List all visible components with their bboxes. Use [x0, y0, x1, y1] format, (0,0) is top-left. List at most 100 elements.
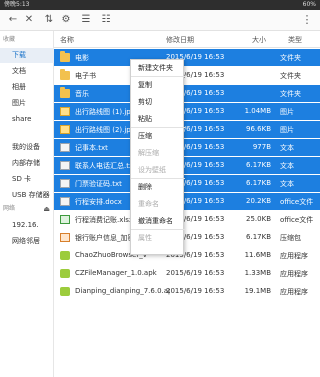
file-size: 96.6KB [246, 125, 271, 133]
file-type: office文件 [280, 198, 314, 206]
file-name: Dianping_dianping_7.6.0.apk [75, 287, 170, 295]
file-size: 6.17KB [246, 233, 271, 241]
menu-item-3[interactable]: 粘贴 [131, 111, 185, 127]
column-name[interactable]: 名称 [60, 35, 74, 45]
status-bar: 傍晚5:13 60% [0, 0, 320, 10]
file-size: 977B [252, 143, 271, 151]
sidebar-item-label: 192.16. [12, 221, 39, 229]
file-type: 压缩包 [280, 234, 301, 242]
text-file-icon [60, 197, 70, 206]
sidebar-item-label: 文档 [12, 67, 26, 75]
sidebar-item-network-1[interactable]: 网络邻居 [0, 234, 54, 249]
battery-level: 60% [302, 1, 316, 8]
image-file-icon [60, 107, 70, 116]
file-size: 25.0KB [246, 215, 271, 223]
back-arrow-icon[interactable]: ← [6, 13, 20, 27]
file-size: 1.33MB [244, 269, 271, 277]
file-row[interactable]: 银行账户信息_加密 2015/6/19 16:53 6.17KB 压缩包 [54, 229, 320, 246]
menu-item-9[interactable]: 撤消重命名 [131, 213, 185, 229]
file-type: 应用程序 [280, 270, 308, 278]
menu-item-8: 重命名 [138, 200, 159, 208]
spreadsheet-file-icon [60, 215, 70, 224]
toolbar: ← ✕ ⇅ ⚙ ☰ ☷ ⋮ [0, 10, 320, 31]
menu-item-6: 设为壁纸 [138, 166, 166, 174]
menu-item-2[interactable]: 剪切 [131, 94, 185, 110]
menu-item-1[interactable]: 复制 [131, 77, 185, 93]
sidebar-network-header: 网络 [3, 205, 16, 212]
file-type: office文件 [280, 216, 314, 224]
archive-file-icon [60, 233, 70, 242]
file-row[interactable]: ChaoZhuoBrowser_v 2015/6/19 16:53 11.6MB 应用… [54, 247, 320, 264]
select-mode-icon[interactable]: ☰ [79, 13, 93, 27]
more-vert-icon[interactable]: ⋮ [300, 13, 314, 27]
eject-icon[interactable]: ⏏ [43, 205, 50, 213]
sidebar-item-label: 相册 [12, 83, 26, 91]
file-size: 11.6MB [244, 251, 271, 259]
file-row[interactable]: 出行路线图 (2).jpg 2015/6/19 16:53 96.6KB 图片 [54, 121, 320, 138]
file-size: 20.2KB [246, 197, 271, 205]
file-list-panel: 名称 修改日期 大小 类型 电影 2015/6/19 16:53 文件夹 电子书 201… [54, 31, 320, 377]
sidebar-item-label: 下载 [12, 51, 26, 59]
file-type: 文件夹 [280, 72, 301, 80]
sort-icon[interactable]: ⇅ [42, 13, 56, 27]
view-list-icon[interactable]: ☷ [99, 13, 113, 27]
close-icon[interactable]: ✕ [22, 13, 36, 27]
file-row[interactable]: 门票验证码.txt 2015/6/19 16:53 6.17KB 文本 [54, 175, 320, 192]
column-modified[interactable]: 修改日期 [166, 35, 194, 45]
file-row[interactable]: CZFileManager_1.0.apk 2015/6/19 16:53 1.33… [54, 265, 320, 282]
menu-item-10: 属性 [138, 234, 152, 242]
sidebar-item-network-0[interactable]: 192.16. [0, 218, 54, 233]
file-type: 图片 [280, 108, 294, 116]
android-app-icon [60, 269, 70, 278]
sidebar-favorites-header: 收藏 [3, 36, 16, 43]
file-row[interactable]: 记事本.txt 2015/6/19 16:53 977B 文本 [54, 139, 320, 156]
sidebar-item-label: 网络邻居 [12, 237, 40, 245]
sidebar-item-device-0[interactable]: 我的设备 [0, 140, 54, 155]
sidebar-item-favorite-1[interactable]: 文档 [0, 64, 54, 79]
sidebar-item-favorite-0[interactable]: 下载 [0, 48, 54, 63]
column-size[interactable]: 大小 [252, 35, 266, 45]
file-row[interactable]: 行程消费记账.xlsx 2015/6/19 16:53 25.0KB office文件 [54, 211, 320, 228]
sidebar-item-label: 图片 [12, 99, 26, 107]
file-row[interactable]: 电子书 2015/6/19 16:53 文件夹 [54, 67, 320, 84]
file-size: 19.1MB [244, 287, 271, 295]
file-type: 文件夹 [280, 54, 301, 62]
file-row[interactable]: Dianping_dianping_7.6.0.apk 2015/6/19 16:… [54, 283, 320, 300]
file-type: 文本 [280, 180, 294, 188]
menu-item-4[interactable]: 压缩 [131, 128, 185, 144]
sidebar-item-label: SD 卡 [12, 175, 32, 183]
file-type: 应用程序 [280, 288, 308, 296]
sidebar-item-favorite-3[interactable]: 图片 [0, 96, 54, 111]
file-type: 文本 [280, 162, 294, 170]
file-type: 文件夹 [280, 90, 301, 98]
text-file-icon [60, 161, 70, 170]
folder-icon [60, 87, 70, 98]
sidebar-item-favorite-2[interactable]: 相册 [0, 80, 54, 95]
sidebar: 收藏 下载 文档 相册 图片 share 我的设备 内部存储 SD 卡 USB 存储器 网络 … [0, 31, 54, 377]
sidebar-item-favorite-4[interactable]: share [0, 112, 54, 127]
file-modified: 2015/6/19 16:53 [166, 287, 225, 295]
sidebar-item-device-3[interactable]: USB 存储器 [0, 188, 54, 203]
file-row[interactable]: 出行路线图 (1).jpg 2015/6/19 16:53 1.04MB 图片 [54, 103, 320, 120]
settings-icon[interactable]: ⚙ [59, 13, 73, 27]
android-app-icon [60, 287, 70, 296]
file-row[interactable]: 联系人电话汇总.txt 2015/6/19 16:53 6.17KB 文本 [54, 157, 320, 174]
folder-icon [60, 69, 70, 80]
file-row[interactable]: 行程安排.docx 2015/6/19 16:53 20.2KB office文件 [54, 193, 320, 210]
menu-item-7[interactable]: 删除 [131, 179, 185, 195]
sidebar-item-label: share [12, 115, 32, 123]
menu-item-5: 解压缩 [138, 149, 159, 157]
menu-item-0[interactable]: 新建文件夹 [131, 60, 185, 76]
file-row[interactable]: 电影 2015/6/19 16:53 文件夹 [54, 49, 320, 66]
file-modified: 2015/6/19 16:53 [166, 269, 225, 277]
file-row[interactable]: 音乐 2015/6/19 16:53 文件夹 [54, 85, 320, 102]
folder-icon [60, 51, 70, 62]
column-type[interactable]: 类型 [288, 35, 302, 45]
sidebar-item-label: USB 存储器 [12, 191, 50, 199]
sidebar-item-device-1[interactable]: 内部存储 [0, 156, 54, 171]
sidebar-item-device-2[interactable]: SD 卡 [0, 172, 54, 187]
file-size: 6.17KB [246, 179, 271, 187]
sidebar-item-label: 我的设备 [12, 143, 40, 151]
file-size: 6.17KB [246, 161, 271, 169]
file-name: CZFileManager_1.0.apk [75, 269, 157, 277]
